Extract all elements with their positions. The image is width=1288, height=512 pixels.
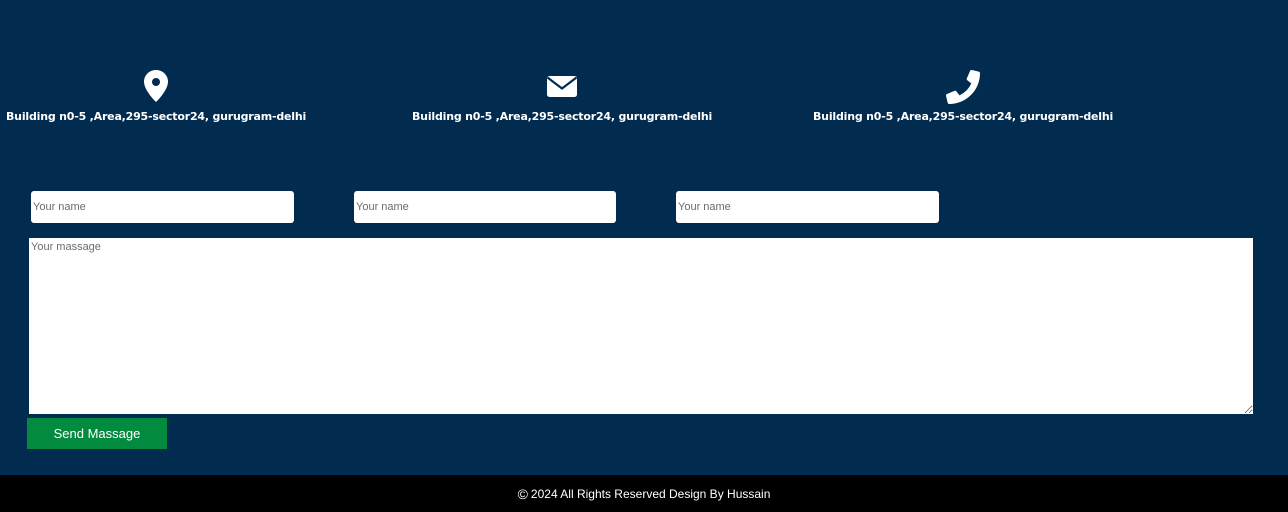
info-address: Building n0-5 ,Area,295-sector24, gurugr… [6, 70, 306, 123]
address-text: Building n0-5 ,Area,295-sector24, gurugr… [6, 110, 307, 123]
info-phone: Building n0-5 ,Area,295-sector24, gurugr… [813, 70, 1113, 123]
phone-text: Building n0-5 ,Area,295-sector24, gurugr… [813, 110, 1114, 123]
footer: © 2024 All Rights Reserved Design By Hus… [0, 475, 1288, 512]
message-textarea[interactable] [29, 238, 1253, 414]
contact-section: Building n0-5 ,Area,295-sector24, gurugr… [0, 0, 1288, 475]
info-email: Building n0-5 ,Area,295-sector24, gurugr… [412, 70, 712, 123]
location-pin-icon [6, 70, 306, 104]
footer-text: 2024 All Rights Reserved Design By Hussa… [530, 486, 771, 501]
name-input-2[interactable] [354, 191, 616, 223]
email-text: Building n0-5 ,Area,295-sector24, gurugr… [412, 110, 713, 123]
envelope-icon [412, 70, 712, 104]
phone-icon [813, 70, 1113, 104]
copyright-icon: © [517, 485, 528, 502]
send-message-button[interactable]: Send Massage [27, 418, 167, 449]
name-input-1[interactable] [31, 191, 294, 223]
name-input-3[interactable] [676, 191, 939, 223]
